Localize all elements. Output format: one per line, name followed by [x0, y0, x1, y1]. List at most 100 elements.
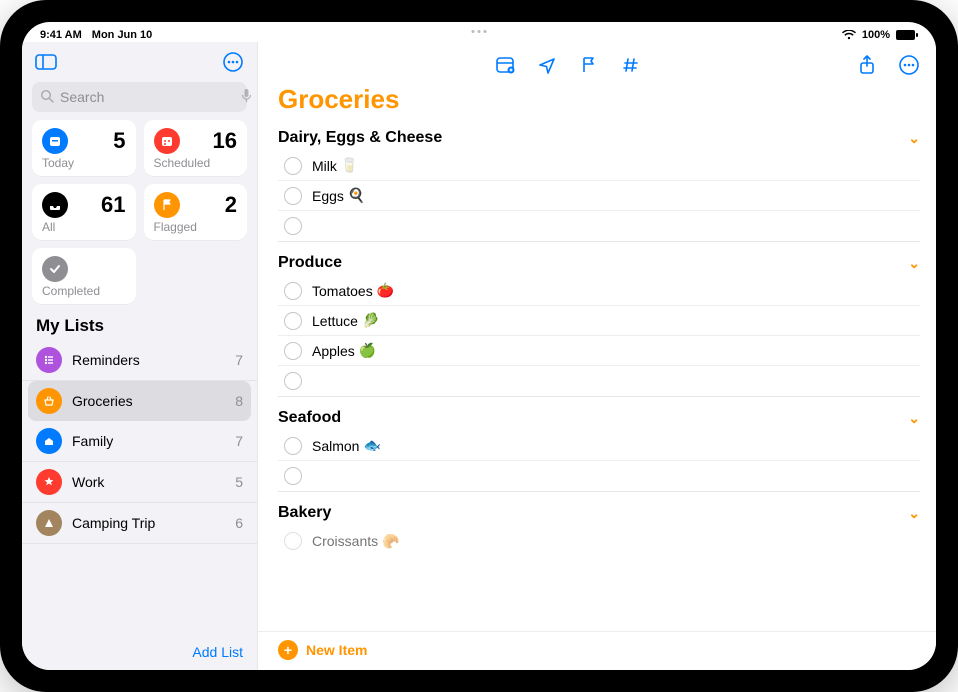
section-title: Produce	[278, 254, 342, 272]
emoji-icon: 🍏	[359, 342, 376, 359]
location-icon[interactable]	[536, 54, 558, 76]
list-groceries[interactable]: Groceries 8	[28, 381, 251, 421]
list-count: 7	[235, 352, 243, 368]
emoji-icon: 🥛	[341, 157, 358, 174]
template-icon[interactable]	[494, 54, 516, 76]
section-bakery-header[interactable]: Bakery ⌄	[278, 498, 920, 526]
sidebar: 5 Today 16 Scheduled	[22, 42, 258, 670]
card-scheduled-label: Scheduled	[154, 156, 238, 170]
list-name: Camping Trip	[72, 515, 225, 531]
card-flagged[interactable]: 2 Flagged	[144, 184, 248, 240]
reminder-item[interactable]: Milk🥛	[278, 151, 920, 181]
reminder-item-empty[interactable]	[278, 211, 920, 241]
chevron-down-icon[interactable]: ⌄	[908, 505, 920, 522]
wifi-icon	[842, 30, 856, 40]
new-item-button[interactable]: + New Item	[258, 631, 936, 670]
card-scheduled[interactable]: 16 Scheduled	[144, 120, 248, 176]
radio-icon[interactable]	[284, 532, 302, 550]
card-today[interactable]: 5 Today	[32, 120, 136, 176]
mic-icon[interactable]	[241, 88, 252, 107]
mylists-header: My Lists	[22, 304, 257, 340]
card-completed[interactable]: Completed	[32, 248, 136, 304]
section-title: Dairy, Eggs & Cheese	[278, 129, 442, 147]
more-circle-icon[interactable]	[898, 54, 920, 76]
card-flagged-count: 2	[225, 192, 237, 218]
list-title: Groceries	[258, 82, 936, 123]
emoji-icon: 🍳	[348, 187, 365, 204]
emoji-icon: 🥐	[382, 533, 399, 550]
content[interactable]: Dairy, Eggs & Cheese ⌄ Milk🥛 Eggs🍳 Produ…	[258, 123, 936, 631]
list-name: Groceries	[72, 393, 225, 409]
screen: 9:41 AM Mon Jun 10 100%	[22, 22, 936, 670]
list-camping[interactable]: Camping Trip 6	[22, 503, 257, 544]
radio-icon[interactable]	[284, 372, 302, 390]
reminder-item[interactable]: Lettuce🥬	[278, 306, 920, 336]
flag-outline-icon[interactable]	[578, 54, 600, 76]
reminder-item-empty[interactable]	[278, 366, 920, 396]
app-body: 5 Today 16 Scheduled	[22, 42, 936, 670]
chevron-down-icon[interactable]: ⌄	[908, 130, 920, 147]
list-work[interactable]: Work 5	[22, 462, 257, 503]
list-count: 5	[235, 474, 243, 490]
emoji-icon: 🍅	[377, 282, 394, 299]
search-icon	[40, 89, 54, 106]
reminder-item[interactable]: Eggs🍳	[278, 181, 920, 211]
section-title: Seafood	[278, 409, 341, 427]
card-today-count: 5	[113, 128, 125, 154]
radio-icon[interactable]	[284, 217, 302, 235]
emoji-icon: 🥬	[362, 312, 379, 329]
emoji-icon: 🐟	[363, 437, 380, 454]
card-all[interactable]: 61 All	[32, 184, 136, 240]
sidebar-more-icon[interactable]	[219, 48, 247, 76]
card-scheduled-count: 16	[213, 128, 237, 154]
list-count: 8	[235, 393, 243, 409]
list-family[interactable]: Family 7	[22, 421, 257, 462]
list-name: Reminders	[72, 352, 225, 368]
card-today-label: Today	[42, 156, 126, 170]
add-list-button[interactable]: Add List	[192, 644, 243, 660]
card-all-label: All	[42, 220, 126, 234]
basket-icon	[36, 388, 62, 414]
tray-icon	[42, 192, 68, 218]
search-field[interactable]	[32, 82, 247, 112]
reminder-item[interactable]: Apples🍏	[278, 336, 920, 366]
card-flagged-label: Flagged	[154, 220, 238, 234]
list-reminders[interactable]: Reminders 7	[22, 340, 257, 381]
multitask-dots-icon[interactable]	[472, 30, 487, 33]
list-count: 7	[235, 433, 243, 449]
radio-icon[interactable]	[284, 187, 302, 205]
list-name: Work	[72, 474, 225, 490]
radio-icon[interactable]	[284, 437, 302, 455]
star-icon	[36, 469, 62, 495]
card-completed-label: Completed	[42, 284, 126, 298]
radio-icon[interactable]	[284, 342, 302, 360]
reminder-item-empty[interactable]	[278, 461, 920, 491]
tent-icon	[36, 510, 62, 536]
checkmark-icon	[42, 256, 68, 282]
battery-percent: 100%	[862, 29, 890, 41]
chevron-down-icon[interactable]: ⌄	[908, 255, 920, 272]
tag-hash-icon[interactable]	[620, 54, 642, 76]
sidebar-toggle-icon[interactable]	[32, 48, 60, 76]
ipad-bezel: 9:41 AM Mon Jun 10 100%	[16, 16, 942, 676]
section-seafood-header[interactable]: Seafood ⌄	[278, 403, 920, 431]
search-input[interactable]	[60, 89, 241, 105]
section-title: Bakery	[278, 504, 331, 522]
reminder-item[interactable]: Salmon🐟	[278, 431, 920, 461]
new-item-label: New Item	[306, 642, 367, 658]
section-dairy-header[interactable]: Dairy, Eggs & Cheese ⌄	[278, 123, 920, 151]
chevron-down-icon[interactable]: ⌄	[908, 410, 920, 427]
calendar-icon	[154, 128, 180, 154]
calendar-today-icon	[42, 128, 68, 154]
reminder-item[interactable]: Tomatoes🍅	[278, 276, 920, 306]
reminder-item[interactable]: Croissants🥐	[278, 526, 920, 556]
radio-icon[interactable]	[284, 157, 302, 175]
section-produce-header[interactable]: Produce ⌄	[278, 248, 920, 276]
share-icon[interactable]	[856, 54, 878, 76]
radio-icon[interactable]	[284, 312, 302, 330]
main: Groceries Dairy, Eggs & Cheese ⌄ Milk🥛 E…	[258, 42, 936, 670]
list-bullet-icon	[36, 347, 62, 373]
main-toolbar	[258, 42, 936, 82]
radio-icon[interactable]	[284, 282, 302, 300]
radio-icon[interactable]	[284, 467, 302, 485]
